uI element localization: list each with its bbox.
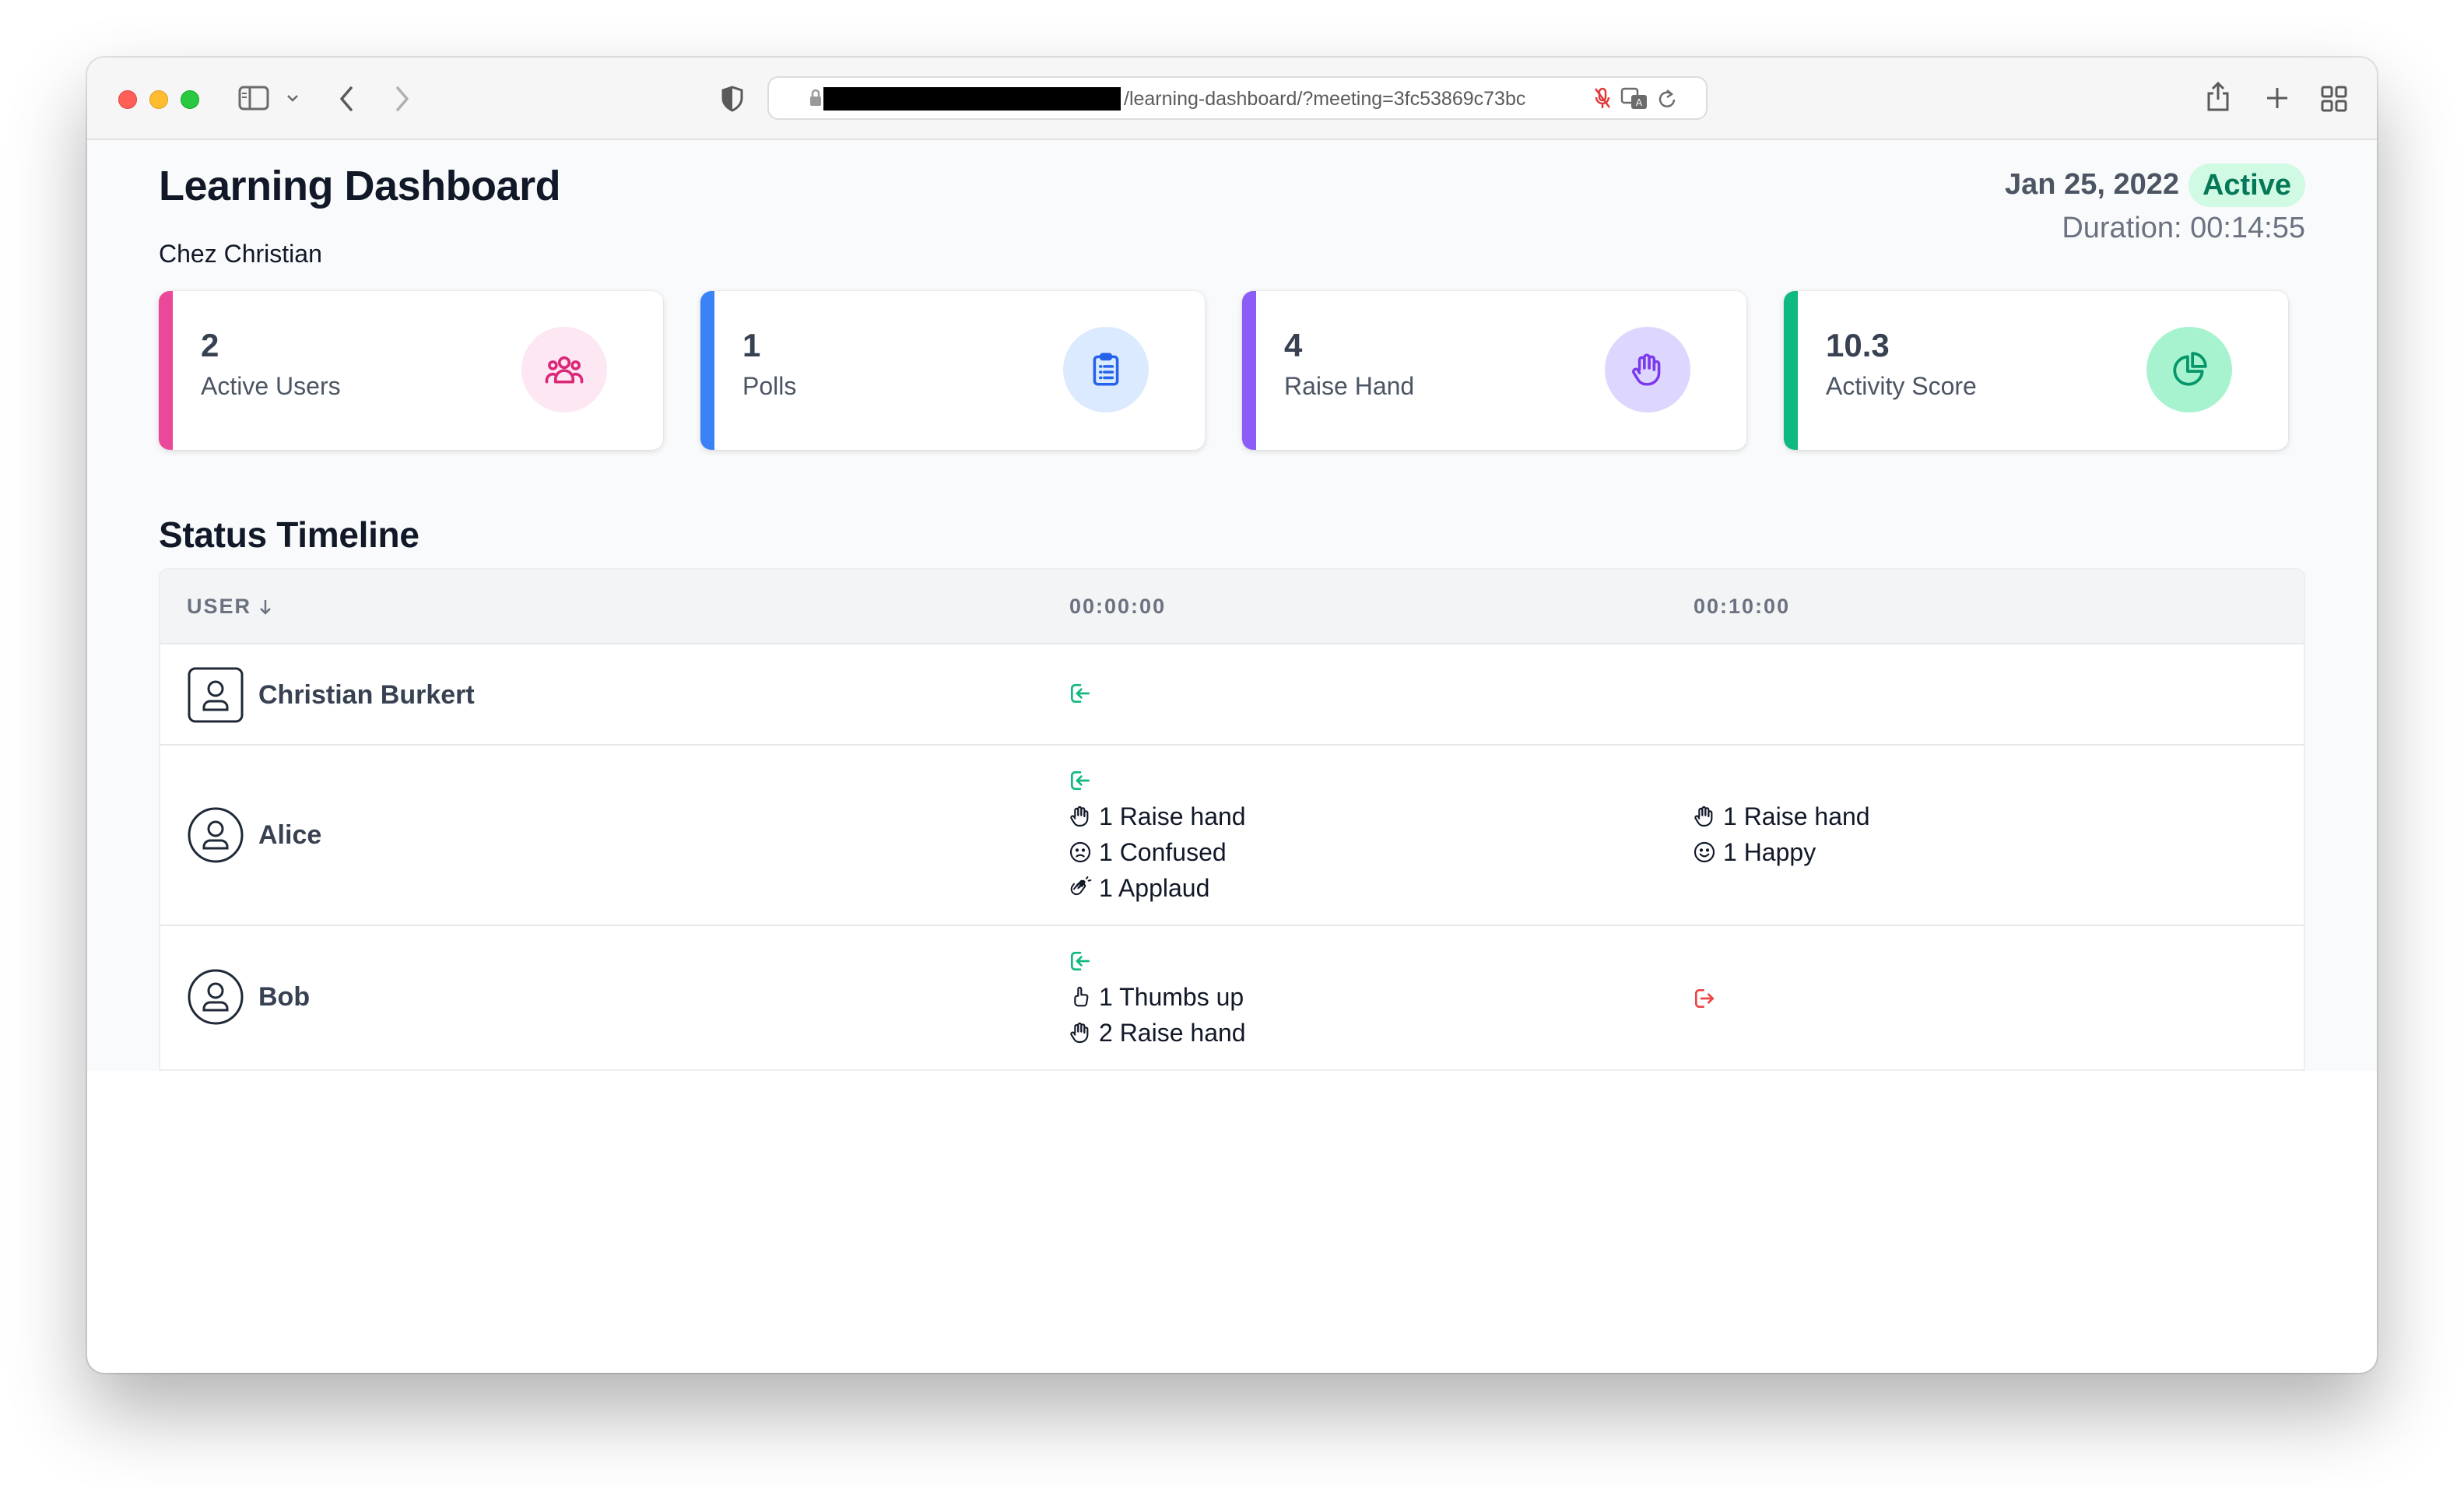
status-badge: Active	[2188, 163, 2305, 207]
meeting-name: Chez Christian	[159, 240, 322, 268]
join-icon	[1068, 676, 1093, 711]
status-timeline-table: USER 00:00:00 00:10:00 Christian Burkert	[159, 568, 2305, 1071]
clipboard-list-icon	[1063, 327, 1149, 412]
user-circle-icon	[187, 806, 244, 864]
page-title: Learning Dashboard	[159, 163, 561, 209]
timeline-cell: 1 Raise hand 1 Confused 1 Applaud	[1068, 763, 1246, 906]
card-label: Raise Hand	[1284, 372, 1415, 400]
timeline-cell	[1692, 981, 1717, 1016]
confused-face-icon	[1069, 841, 1091, 863]
event-happy: 1 Happy	[1692, 834, 1870, 870]
lock-icon	[809, 89, 822, 107]
user-name: Alice	[258, 819, 322, 850]
event-label: 1 Happy	[1723, 837, 1816, 866]
user-name: Bob	[258, 981, 311, 1012]
event-thumbs-up: 1 Thumbs up	[1068, 979, 1246, 1015]
hand-icon	[1070, 805, 1089, 827]
table-row: Alice 1 Raise hand 1 Confused 1 Applaud …	[160, 746, 2304, 926]
redacted-url-segment	[823, 87, 1121, 111]
join-icon	[1068, 763, 1246, 798]
table-row: Christian Burkert	[160, 644, 2304, 746]
card-accent-bar	[700, 291, 714, 450]
thumbs-up-icon	[1074, 986, 1089, 1007]
hand-icon	[1694, 805, 1713, 827]
event-confused: 1 Confused	[1068, 834, 1246, 870]
share-icon[interactable]	[2206, 81, 2231, 112]
table-header: USER 00:00:00 00:10:00	[160, 570, 2304, 644]
user-cell: Alice	[187, 806, 321, 864]
reload-icon[interactable]	[1656, 87, 1678, 111]
zoom-window-button[interactable]	[181, 90, 199, 109]
pie-chart-icon	[2146, 327, 2232, 412]
timeline-cell	[1068, 676, 1093, 711]
minimize-window-button[interactable]	[149, 90, 168, 109]
user-cell: Bob	[187, 968, 310, 1026]
card-accent-bar	[1784, 291, 1798, 450]
column-header-label: USER	[187, 595, 252, 618]
card-label: Active Users	[201, 372, 341, 400]
close-window-button[interactable]	[118, 90, 137, 109]
event-label: 1 Applaud	[1099, 873, 1210, 902]
shield-icon[interactable]	[721, 86, 744, 112]
meeting-duration: Duration: 00:14:55	[2062, 212, 2305, 244]
address-bar[interactable]: /learning-dashboard/?meeting=3fc53869c73…	[767, 76, 1708, 120]
card-value: 2	[201, 327, 219, 363]
svg-text:A: A	[1636, 97, 1643, 108]
tab-overview-icon[interactable]	[2321, 86, 2347, 112]
leave-icon	[1692, 981, 1717, 1016]
status-timeline-title: Status Timeline	[159, 514, 419, 555]
card-label: Polls	[742, 372, 797, 400]
translate-icon[interactable]: A	[1620, 87, 1648, 111]
card-raise-hand: 4 Raise Hand	[1242, 291, 1746, 450]
back-icon[interactable]	[338, 86, 355, 112]
card-activity-score: 10.3 Activity Score	[1784, 291, 2288, 450]
sidebar-toggle-icon[interactable]	[238, 86, 269, 111]
timeline-cell: 1 Raise hand 1 Happy	[1692, 798, 1870, 870]
join-icon	[1068, 943, 1246, 979]
event-label: 1 Confused	[1099, 837, 1227, 866]
forward-icon[interactable]	[394, 86, 411, 112]
chevron-down-icon[interactable]	[286, 93, 299, 103]
timeline-cell: 1 Thumbs up 2 Raise hand	[1068, 943, 1246, 1051]
card-value: 1	[742, 327, 761, 363]
microphone-muted-icon[interactable]	[1594, 87, 1611, 111]
new-tab-icon[interactable]	[2265, 86, 2290, 111]
user-name: Christian Burkert	[258, 679, 475, 710]
event-applaud: 1 Applaud	[1068, 870, 1246, 906]
hand-icon	[1070, 1022, 1089, 1044]
meeting-date: Jan 25, 2022	[2005, 168, 2179, 201]
card-value: 10.3	[1826, 327, 1890, 363]
arrow-down-icon	[260, 599, 271, 615]
user-square-icon	[187, 666, 244, 724]
event-raise-hand: 1 Raise hand	[1692, 798, 1870, 834]
column-header-user[interactable]: USER	[187, 595, 273, 619]
event-label: 1 Raise hand	[1099, 802, 1246, 830]
url-text: /learning-dashboard/?meeting=3fc53869c73…	[1124, 88, 1567, 111]
event-label: 1 Raise hand	[1723, 802, 1870, 830]
card-accent-bar	[1242, 291, 1256, 450]
card-label: Activity Score	[1826, 372, 1977, 400]
hand-icon	[1605, 327, 1690, 412]
event-raise-hand: 2 Raise hand	[1068, 1015, 1246, 1051]
browser-window: /learning-dashboard/?meeting=3fc53869c73…	[87, 58, 2377, 1373]
browser-toolbar: /learning-dashboard/?meeting=3fc53869c73…	[87, 58, 2377, 140]
card-polls: 1 Polls	[700, 291, 1205, 450]
column-header-time-1: 00:10:00	[1694, 595, 1791, 618]
card-accent-bar	[159, 291, 173, 450]
card-active-users: 2 Active Users	[159, 291, 663, 450]
user-circle-icon	[187, 968, 244, 1026]
event-raise-hand: 1 Raise hand	[1068, 798, 1246, 834]
users-icon	[521, 327, 607, 412]
column-header-time-0: 00:00:00	[1069, 595, 1167, 618]
dashboard-page: Learning Dashboard Chez Christian Jan 25…	[87, 140, 2377, 1071]
happy-face-icon	[1694, 841, 1715, 863]
applaud-icon	[1070, 876, 1092, 896]
user-cell: Christian Burkert	[187, 666, 475, 724]
event-label: 1 Thumbs up	[1099, 982, 1244, 1011]
event-label: 2 Raise hand	[1099, 1018, 1246, 1047]
table-row: Bob 1 Thumbs up 2 Raise hand	[160, 926, 2304, 1069]
card-value: 4	[1284, 327, 1303, 363]
